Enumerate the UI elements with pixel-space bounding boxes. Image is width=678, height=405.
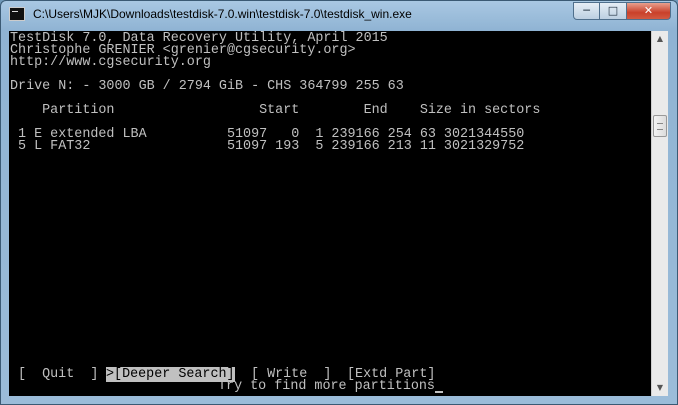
- deeper-search-label: >[Deeper Search]: [106, 367, 235, 382]
- window-controls: ─ □ ✕: [573, 2, 671, 20]
- hint-line: Try to find more partitions: [218, 379, 443, 394]
- partition-row[interactable]: 5 L FAT32 51097 193 5 239166 213 11 3021…: [10, 140, 524, 153]
- close-icon: ✕: [643, 4, 654, 17]
- close-button[interactable]: ✕: [627, 2, 671, 20]
- deeper-search-menu-item[interactable]: >[Deeper Search]: [106, 367, 235, 382]
- window-title: C:\Users\MJK\Downloads\testdisk-7.0.win\…: [33, 7, 412, 21]
- quit-label: [ Quit ]: [18, 367, 99, 382]
- maximize-icon: □: [607, 4, 619, 17]
- text-cursor: [434, 391, 443, 393]
- minimize-button[interactable]: ─: [573, 2, 600, 20]
- vertical-scrollbar[interactable]: ▲ ▼: [651, 31, 668, 396]
- console-app-icon[interactable]: [9, 7, 25, 21]
- console-output[interactable]: TestDisk 7.0, Data Recovery Utility, Apr…: [9, 31, 651, 396]
- title-bar[interactable]: C:\Users\MJK\Downloads\testdisk-7.0.win\…: [1, 1, 677, 29]
- scroll-up-icon[interactable]: ▲: [652, 31, 668, 47]
- quit-menu-item[interactable]: [ Quit ]: [18, 367, 99, 382]
- scroll-thumb[interactable]: [653, 115, 667, 137]
- hint-text: Try to find more partitions: [218, 379, 435, 394]
- partition-column-header: Partition Start End Size in sectors: [10, 103, 541, 118]
- minimize-icon: ─: [583, 4, 590, 17]
- header-url-line: http://www.cgsecurity.org: [10, 55, 211, 70]
- maximize-button[interactable]: □: [600, 2, 627, 20]
- drive-info-line: Drive N: - 3000 GB / 2794 GiB - CHS 3647…: [10, 79, 404, 94]
- console-window: C:\Users\MJK\Downloads\testdisk-7.0.win\…: [0, 0, 678, 405]
- scroll-down-icon[interactable]: ▼: [652, 380, 668, 396]
